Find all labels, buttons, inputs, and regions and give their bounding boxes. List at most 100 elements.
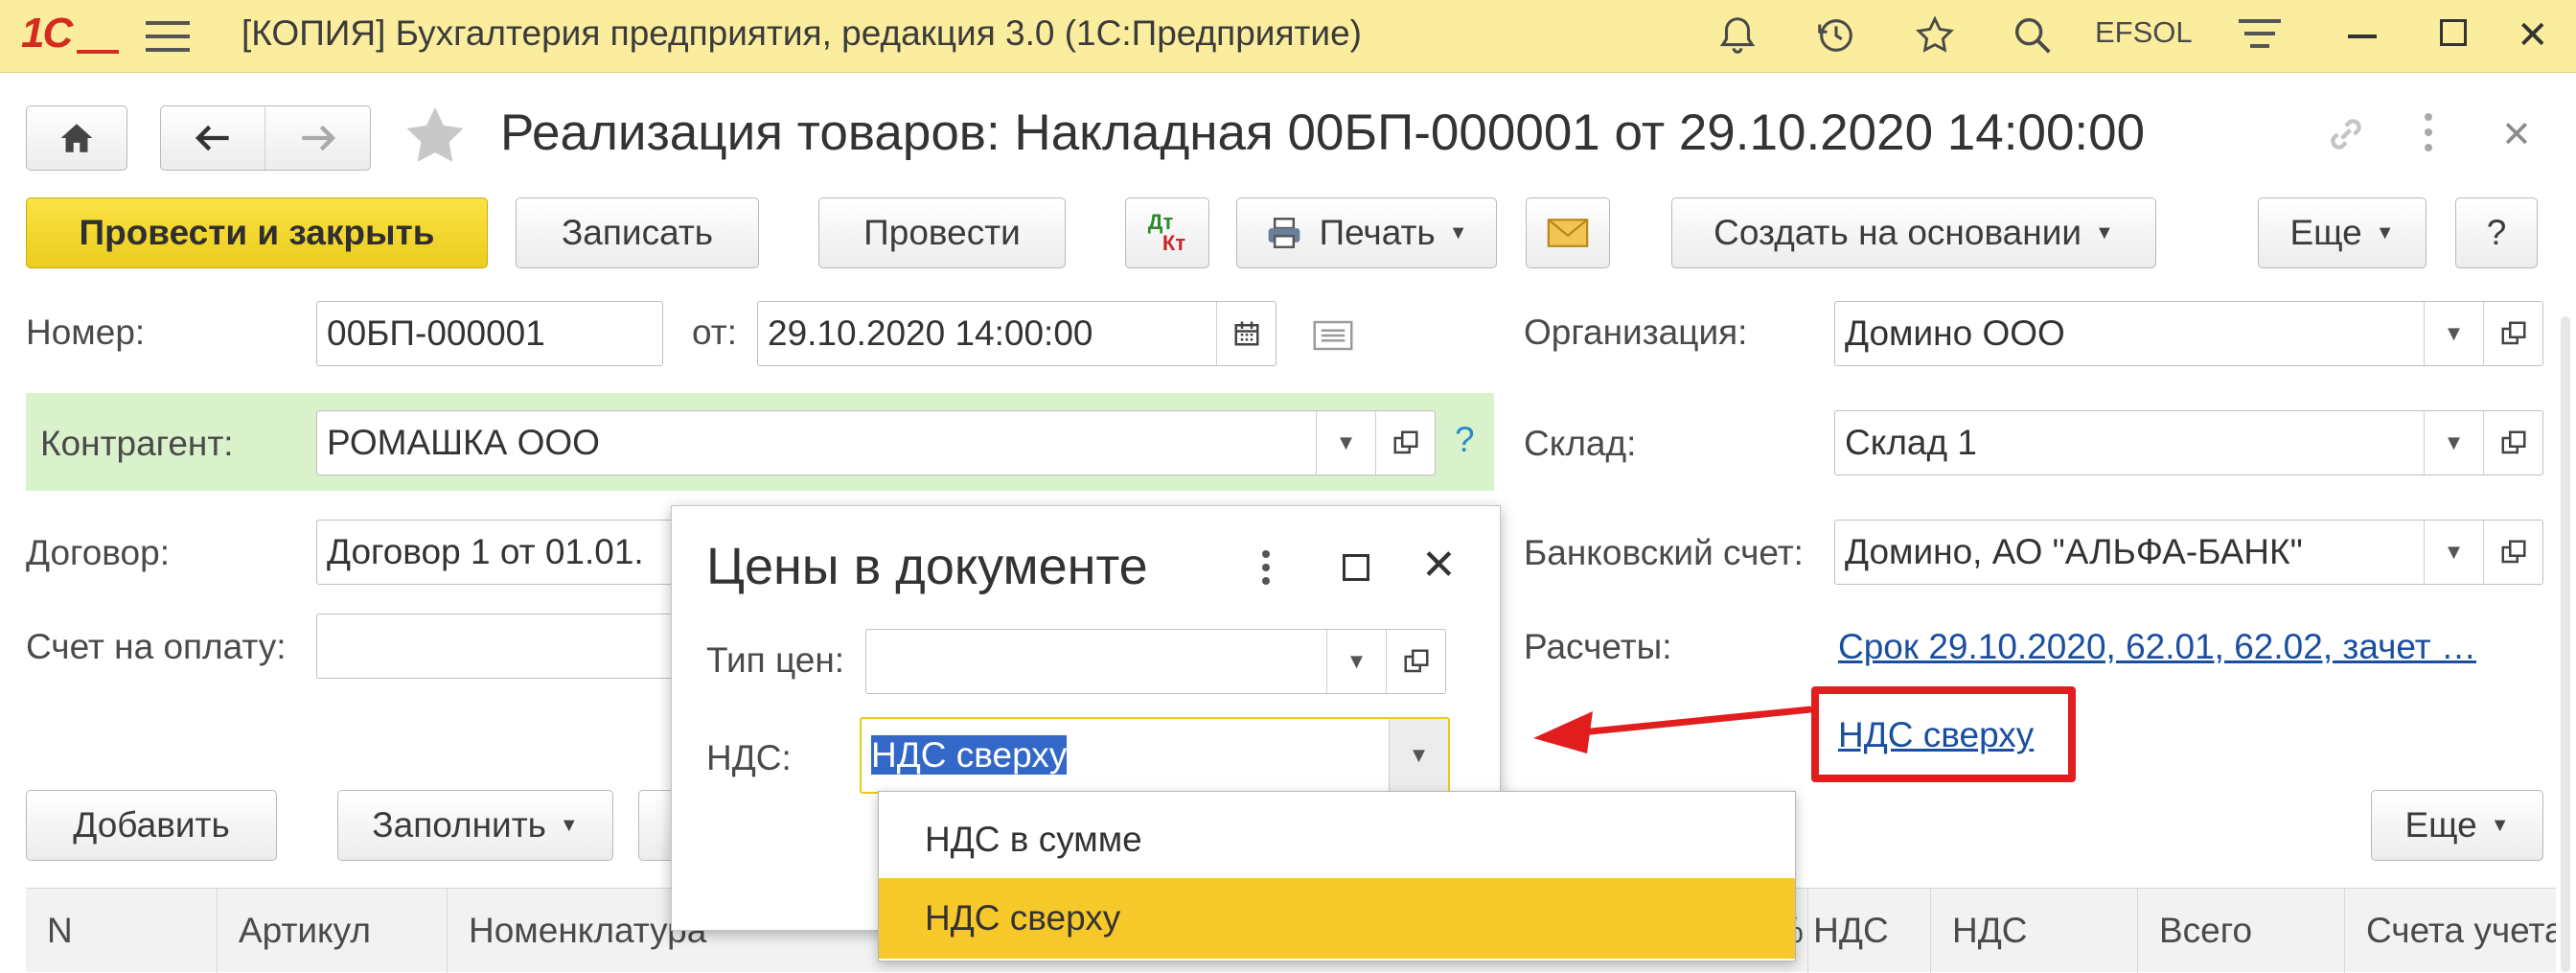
dropdown-arrow-icon[interactable]: ▼ (2424, 521, 2483, 584)
dropdown-arrow-icon[interactable]: ▼ (1326, 630, 1386, 693)
open-form-icon[interactable] (1375, 411, 1435, 475)
link-icon[interactable] (2321, 109, 2371, 164)
table-more-label: Еще (2404, 805, 2477, 845)
counterparty-help-icon[interactable]: ? (1455, 420, 1475, 460)
more-vertical-icon[interactable] (2425, 113, 2434, 157)
minimize-icon[interactable] (2348, 35, 2377, 38)
dialog-close-icon[interactable]: ✕ (1421, 541, 1457, 590)
dropdown-arrow-icon[interactable]: ▼ (2424, 302, 2483, 365)
kt-label: Кт (1162, 231, 1186, 255)
date-value: 29.10.2020 14:00:00 (768, 313, 1093, 353)
price-type-label: Тип цен: (706, 640, 845, 680)
number-label: Номер: (26, 313, 146, 352)
chevron-down-icon: ▼ (1448, 221, 1468, 243)
date-label: от: (692, 313, 737, 352)
arrow-left-icon (195, 125, 229, 151)
chevron-down-icon: ▼ (2490, 814, 2510, 836)
dropdown-arrow-icon[interactable]: ▼ (1389, 719, 1448, 792)
print-label: Печать (1319, 213, 1436, 252)
dropdown-arrow-icon[interactable]: ▼ (1316, 411, 1375, 475)
contract-value: Договор 1 от 01.01. (327, 532, 644, 571)
fill-button[interactable]: Заполнить ▼ (337, 790, 613, 861)
history-icon[interactable] (1814, 13, 1858, 64)
vat-label: НДС: (706, 738, 792, 777)
star-icon[interactable] (1913, 13, 1957, 64)
nav-button-group (160, 105, 371, 171)
contract-label: Договор: (26, 533, 170, 572)
table-more-button[interactable]: Еще ▼ (2371, 790, 2543, 861)
date-field[interactable]: 29.10.2020 14:00:00 (757, 301, 1276, 366)
document-title: Реализация товаров: Накладная 00БП-00000… (500, 104, 2146, 161)
open-form-icon[interactable] (2483, 302, 2542, 365)
settlements-label: Расчеты: (1524, 627, 1672, 666)
scrollbar[interactable] (2561, 316, 2570, 972)
help-button[interactable]: ? (2455, 197, 2538, 268)
back-button[interactable] (161, 106, 265, 170)
bank-account-field[interactable]: Домино, АО "АЛЬФА-БАНК" ▼ (1834, 520, 2543, 585)
post-button[interactable]: Провести (818, 197, 1066, 268)
dialog-more-icon[interactable] (1262, 550, 1272, 589)
dt-label: Дт (1147, 210, 1174, 234)
maximize-icon[interactable] (2440, 19, 2467, 46)
create-based-on-button[interactable]: Создать на основании ▼ (1671, 197, 2156, 268)
funnel-menu-icon[interactable] (2239, 17, 2281, 56)
dialog-title: Цены в документе (706, 538, 1148, 595)
column-header-accounts[interactable]: Счета учета (2345, 889, 2556, 973)
favorite-star-icon[interactable] (401, 102, 470, 175)
number-field[interactable]: 00БП-000001 (316, 301, 663, 366)
vat-option-included[interactable]: НДС в сумме (879, 799, 1795, 880)
invoice-field[interactable] (316, 614, 700, 679)
vat-option-on-top[interactable]: НДС сверху (879, 878, 1795, 959)
warehouse-label: Склад: (1524, 424, 1637, 463)
print-button[interactable]: Печать ▼ (1236, 197, 1497, 268)
printer-icon (1269, 218, 1300, 248)
comment-icon[interactable] (1313, 320, 1353, 356)
price-type-field[interactable]: ▼ (865, 629, 1446, 694)
save-button[interactable]: Записать (516, 197, 759, 268)
bell-icon[interactable] (1715, 13, 1760, 64)
organization-value: Домино ООО (1845, 313, 2065, 353)
forward-button[interactable] (265, 106, 370, 170)
organization-field[interactable]: Домино ООО ▼ (1834, 301, 2543, 366)
organization-label: Организация: (1524, 313, 1748, 352)
search-icon[interactable] (2011, 13, 2055, 64)
add-row-button[interactable]: Добавить (26, 790, 277, 861)
settlements-link[interactable]: Срок 29.10.2020, 62.01, 62.02, зачет … (1838, 627, 2476, 667)
post-and-close-button[interactable]: Провести и закрыть (26, 197, 488, 268)
more-label: Еще (2289, 213, 2362, 252)
bank-account-value: Домино, АО "АЛЬФА-БАНК" (1845, 532, 2303, 571)
menu-icon[interactable] (146, 17, 190, 54)
app-logo[interactable]: 1С (21, 10, 119, 61)
close-form-icon[interactable]: ✕ (2501, 113, 2532, 156)
fill-label: Заполнить (372, 805, 546, 845)
close-window-icon[interactable]: ✕ (2517, 13, 2549, 58)
email-button[interactable] (1526, 197, 1610, 268)
warehouse-field[interactable]: Склад 1 ▼ (1834, 410, 2543, 475)
column-header-vat[interactable]: НДС (1931, 889, 2138, 973)
annotation-arrow (1533, 706, 1811, 753)
vat-mode-link[interactable]: НДС сверху (1838, 715, 2034, 755)
contract-field[interactable]: Договор 1 от 01.01. (316, 520, 700, 585)
dt-kt-button[interactable]: Дт Кт (1125, 197, 1209, 268)
column-header-article[interactable]: Артикул (218, 889, 448, 973)
column-header-total[interactable]: Всего (2138, 889, 2345, 973)
counterparty-value: РОМАШКА ООО (327, 423, 600, 462)
bank-account-label: Банковский счет: (1524, 533, 1804, 572)
vat-options-dropdown: НДС в сумме НДС сверху (878, 791, 1796, 961)
chevron-down-icon: ▼ (2375, 221, 2395, 243)
more-button[interactable]: Еще ▼ (2258, 197, 2426, 268)
open-form-icon[interactable] (1386, 630, 1445, 693)
create-based-on-label: Создать на основании (1714, 213, 2082, 252)
dialog-maximize-icon[interactable] (1343, 554, 1369, 581)
column-header-n[interactable]: N (26, 889, 218, 973)
title-bar: 1С [КОПИЯ] Бухгалтерия предприятия, реда… (0, 0, 2576, 73)
counterparty-label: Контрагент: (40, 424, 234, 463)
vat-select[interactable]: НДС сверху ▼ (860, 717, 1450, 794)
open-form-icon[interactable] (2483, 521, 2542, 584)
open-form-icon[interactable] (2483, 411, 2542, 475)
user-name[interactable]: EFSOL (2095, 15, 2193, 50)
calendar-icon[interactable] (1216, 302, 1276, 365)
home-button[interactable] (26, 105, 127, 171)
counterparty-field[interactable]: РОМАШКА ООО ▼ (316, 410, 1436, 475)
dropdown-arrow-icon[interactable]: ▼ (2424, 411, 2483, 475)
